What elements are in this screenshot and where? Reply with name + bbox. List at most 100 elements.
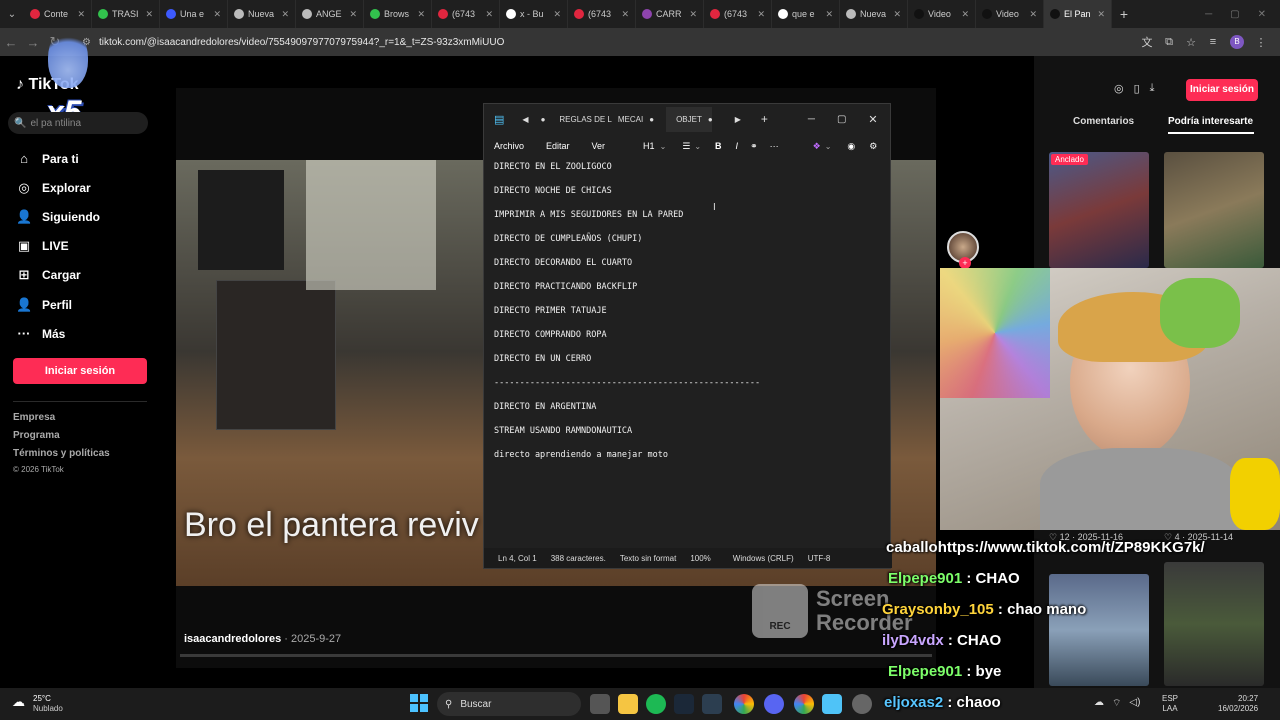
settings-gear-icon[interactable]: ⚙: [869, 141, 877, 152]
chrome-icon[interactable]: [794, 694, 814, 714]
forward-icon[interactable]: →: [22, 35, 44, 50]
new-tab-button[interactable]: +: [1112, 6, 1136, 22]
tab-close-icon[interactable]: ✕: [1097, 9, 1105, 20]
bookmark-star-icon[interactable]: ☆: [1180, 36, 1202, 49]
steam-icon[interactable]: [674, 694, 694, 714]
tab-close-icon[interactable]: ✕: [417, 9, 425, 20]
notepad-close-icon[interactable]: ✕: [868, 113, 877, 126]
browser-tab[interactable]: Conte ✕: [24, 0, 92, 28]
search-box[interactable]: 🔍 el pa ntilina: [8, 112, 148, 134]
install-icon[interactable]: ⧉: [1158, 36, 1180, 49]
suggested-video-thumb[interactable]: [1164, 562, 1264, 686]
tab-close-icon[interactable]: ✕: [77, 9, 85, 20]
obs-icon[interactable]: [852, 694, 872, 714]
menu-archivo[interactable]: Archivo: [494, 141, 524, 151]
browser-tab[interactable]: (6743 ✕: [704, 0, 772, 28]
profile-avatar[interactable]: B: [1230, 35, 1244, 49]
system-tray[interactable]: ☁ ⌔ ◁): [1094, 697, 1140, 710]
list-icon[interactable]: ☰: [682, 141, 690, 152]
video-author[interactable]: isaacandredolores · 2025-9-27: [184, 633, 341, 645]
taskbar-search[interactable]: ⚲ Buscar: [437, 692, 581, 716]
tab-scroll-left-icon[interactable]: ◀: [522, 115, 528, 124]
sidebar-item-siguiendo[interactable]: 👤 Siguiendo: [16, 209, 100, 225]
browser-tab[interactable]: Una e ✕: [160, 0, 228, 28]
tab-podria-interesarte[interactable]: Podría interesarte: [1168, 116, 1253, 127]
login-button-sidebar[interactable]: Iniciar sesión: [13, 358, 147, 384]
clock[interactable]: 20:27 16/02/2026: [1218, 694, 1258, 714]
footer-link[interactable]: Empresa: [13, 412, 55, 423]
heading-select[interactable]: H1: [643, 141, 655, 151]
tab-close-icon[interactable]: ✕: [757, 9, 765, 20]
suggested-video-thumb[interactable]: [1049, 574, 1149, 686]
sidebar-item-explorar[interactable]: ◎ Explorar: [16, 180, 90, 196]
notepad-new-tab-icon[interactable]: +: [761, 112, 768, 126]
tab-close-icon[interactable]: ✕: [213, 9, 221, 20]
translate-icon[interactable]: 文: [1136, 34, 1158, 50]
browser-tab[interactable]: TRASI ✕: [92, 0, 160, 28]
language-indicator[interactable]: ESP LAA: [1162, 694, 1178, 714]
tab-close-icon[interactable]: ✕: [1029, 9, 1037, 20]
tab-close-icon[interactable]: ✕: [825, 9, 833, 20]
close-window-icon[interactable]: ✕: [1258, 9, 1266, 20]
browser-tab[interactable]: Video ✕: [908, 0, 976, 28]
creator-avatar[interactable]: +: [947, 231, 979, 269]
coins-icon[interactable]: ◎: [1114, 82, 1124, 95]
footer-link[interactable]: Programa: [13, 430, 60, 441]
suggested-video-thumb[interactable]: [1164, 152, 1264, 268]
browser-tab[interactable]: (6743 ✕: [432, 0, 500, 28]
menu-editar[interactable]: Editar: [546, 141, 570, 151]
browser-tab[interactable]: Nueva ✕: [840, 0, 908, 28]
chrome-icon[interactable]: [734, 694, 754, 714]
tab-reglas[interactable]: REGLAS DE L: [559, 115, 611, 124]
browser-tab[interactable]: CARR ✕: [636, 0, 704, 28]
tab-close-icon[interactable]: ✕: [145, 9, 153, 20]
device-icon[interactable]: ▯: [1134, 82, 1140, 95]
browser-tab[interactable]: ANGE ✕: [296, 0, 364, 28]
notepad-minimize-icon[interactable]: ─: [808, 114, 815, 125]
file-explorer-icon[interactable]: [618, 694, 638, 714]
discord-icon[interactable]: [764, 694, 784, 714]
sidebar-item-live[interactable]: ▣ LIVE: [16, 238, 69, 254]
back-icon[interactable]: ←: [0, 35, 22, 50]
footer-link[interactable]: Términos y políticas: [13, 448, 110, 459]
suggested-video-thumb[interactable]: Anclado: [1049, 152, 1149, 268]
reading-list-icon[interactable]: ≡: [1202, 36, 1224, 48]
tab-mecai[interactable]: MECAI: [618, 115, 643, 124]
more-options-icon[interactable]: ···: [770, 141, 779, 151]
tab-close-icon[interactable]: ✕: [893, 9, 901, 20]
notepad-maximize-icon[interactable]: ▢: [837, 114, 846, 125]
browser-tab[interactable]: Video ✕: [976, 0, 1044, 28]
browser-tab[interactable]: que e ✕: [772, 0, 840, 28]
bold-icon[interactable]: B: [715, 141, 722, 151]
browser-tab[interactable]: Nueva ✕: [228, 0, 296, 28]
sidebar-item-para-ti[interactable]: ⌂ Para ti: [16, 151, 79, 166]
progress-bar[interactable]: [180, 654, 932, 657]
menu-ver[interactable]: Ver: [592, 141, 606, 151]
tab-search-button[interactable]: ⌄: [0, 9, 24, 20]
link-icon[interactable]: ⚭: [750, 141, 758, 152]
tab-close-icon[interactable]: ✕: [281, 9, 289, 20]
spotify-icon[interactable]: [646, 694, 666, 714]
sidebar-item-más[interactable]: ··· Más: [16, 326, 66, 341]
download-icon[interactable]: ⤓: [1150, 82, 1155, 95]
notepad-taskbar-icon[interactable]: [822, 694, 842, 714]
sidebar-item-cargar[interactable]: ⊞ Cargar: [16, 267, 81, 283]
account-icon[interactable]: ◉: [847, 141, 855, 152]
browser-tab[interactable]: El Pan ✕: [1044, 0, 1112, 28]
search-input[interactable]: el pa ntilina: [30, 118, 81, 129]
tab-close-icon[interactable]: ✕: [553, 9, 561, 20]
sidebar-item-perfil[interactable]: 👤 Perfil: [16, 297, 72, 313]
url-field[interactable]: tiktok.com/@isaacandredolores/video/7554…: [99, 37, 504, 48]
tab-close-icon[interactable]: ✕: [961, 9, 969, 20]
tab-objet[interactable]: OBJET: [666, 106, 712, 132]
weather-widget[interactable]: 25°C Nublado: [33, 694, 63, 714]
browser-tab[interactable]: x - Bu ✕: [500, 0, 568, 28]
browser-tab[interactable]: (6743 ✕: [568, 0, 636, 28]
login-button-top[interactable]: Iniciar sesión: [1186, 79, 1258, 101]
italic-icon[interactable]: I: [736, 141, 739, 151]
tab-close-icon[interactable]: ✕: [349, 9, 357, 20]
browser-tab[interactable]: Brows ✕: [364, 0, 432, 28]
minimize-icon[interactable]: ─: [1205, 9, 1212, 20]
tab-comentarios[interactable]: Comentarios: [1073, 116, 1134, 127]
tab-scroll-right-icon[interactable]: ▶: [735, 115, 741, 124]
